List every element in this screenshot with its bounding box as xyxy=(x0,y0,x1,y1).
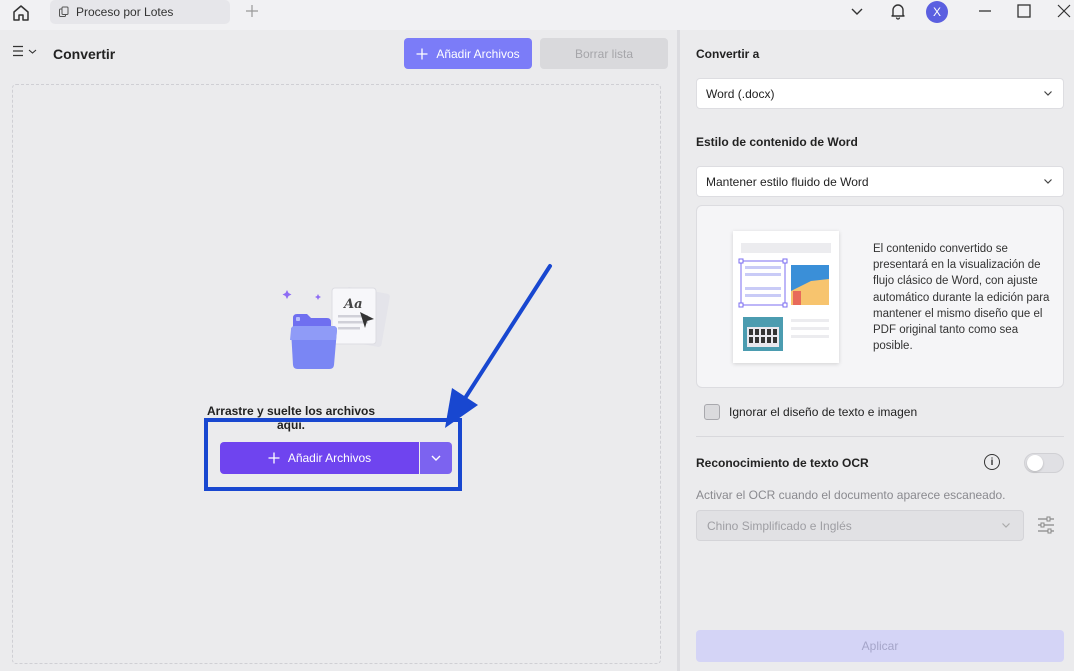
svg-text:Aa: Aa xyxy=(342,297,363,312)
annotation-arrow xyxy=(445,264,552,428)
clear-list-label: Borrar lista xyxy=(574,46,633,61)
convert-to-value: Word (.docx) xyxy=(706,86,775,101)
ocr-label: Reconocimiento de texto OCR xyxy=(696,456,869,470)
maximize-button[interactable] xyxy=(1015,0,1033,22)
convert-panel: Convertir Añadir Archivos Borrar lista A… xyxy=(0,30,677,671)
bell-icon xyxy=(891,4,905,20)
home-button[interactable] xyxy=(10,2,32,24)
plus-icon xyxy=(246,5,258,17)
convert-to-label: Convertir a xyxy=(696,47,760,61)
settings-sliders-icon[interactable] xyxy=(1036,514,1056,536)
chevron-down-icon xyxy=(1044,179,1052,184)
style-preview-card: El contenido convertido se presentará en… xyxy=(696,205,1064,388)
notifications-button[interactable] xyxy=(887,0,909,22)
maximize-icon xyxy=(1017,4,1031,18)
ignore-layout-option[interactable]: Ignorar el diseño de texto e imagen xyxy=(704,404,917,420)
style-description: El contenido convertido se presentará en… xyxy=(873,243,1050,353)
word-style-value: Mantener estilo fluido de Word xyxy=(706,174,869,189)
tab-batch-process[interactable]: Proceso por Lotes xyxy=(50,0,230,24)
folder-documents-illustration: Aa xyxy=(282,287,390,369)
settings-panel: Convertir a Word (.docx) Estilo de conte… xyxy=(680,30,1074,671)
tab-icon xyxy=(59,6,69,17)
section-divider xyxy=(696,436,1064,437)
toggle-knob xyxy=(1027,455,1043,471)
chevron-down-icon xyxy=(851,8,863,15)
info-icon[interactable]: i xyxy=(984,454,1000,470)
title-bar: Proceso por Lotes X xyxy=(0,0,1074,30)
chevron-down-icon xyxy=(1044,91,1052,96)
clear-list-button[interactable]: Borrar lista xyxy=(540,38,668,69)
document-preview-image xyxy=(733,231,839,363)
ignore-layout-checkbox[interactable] xyxy=(704,404,720,420)
menu-button[interactable] xyxy=(12,44,37,58)
menu-icon xyxy=(13,45,23,57)
annotation-highlight-box xyxy=(204,418,462,491)
apply-label: Aplicar xyxy=(861,639,899,653)
add-files-button[interactable]: Añadir Archivos xyxy=(404,38,532,69)
close-button[interactable] xyxy=(1055,0,1073,22)
plus-icon xyxy=(416,48,428,59)
word-style-select[interactable]: Mantener estilo fluido de Word xyxy=(696,166,1064,197)
minimize-button[interactable] xyxy=(976,0,994,22)
tabs-dropdown-button[interactable] xyxy=(848,0,866,22)
convert-to-select[interactable]: Word (.docx) xyxy=(696,78,1064,109)
ocr-description: Activar el OCR cuando el documento apare… xyxy=(696,488,1006,502)
chevron-down-icon xyxy=(28,49,37,54)
avatar: X xyxy=(926,1,948,23)
ignore-layout-label: Ignorar el diseño de texto e imagen xyxy=(729,405,918,419)
close-icon xyxy=(1057,4,1071,18)
tab-label: Proceso por Lotes xyxy=(76,5,174,19)
minimize-icon xyxy=(979,10,991,12)
apply-button[interactable]: Aplicar xyxy=(696,630,1064,662)
page-title: Convertir xyxy=(53,46,116,62)
word-style-label: Estilo de contenido de Word xyxy=(696,135,858,149)
ocr-language-value: Chino Simplificado e Inglés xyxy=(707,518,852,533)
ocr-language-select[interactable]: Chino Simplificado e Inglés xyxy=(696,510,1024,541)
add-files-label: Añadir Archivos xyxy=(436,46,520,61)
ocr-toggle[interactable] xyxy=(1024,453,1064,473)
chevron-down-icon xyxy=(1002,523,1010,528)
user-avatar-button[interactable]: X xyxy=(925,0,949,24)
new-tab-button[interactable] xyxy=(243,1,261,21)
home-icon xyxy=(13,5,29,21)
